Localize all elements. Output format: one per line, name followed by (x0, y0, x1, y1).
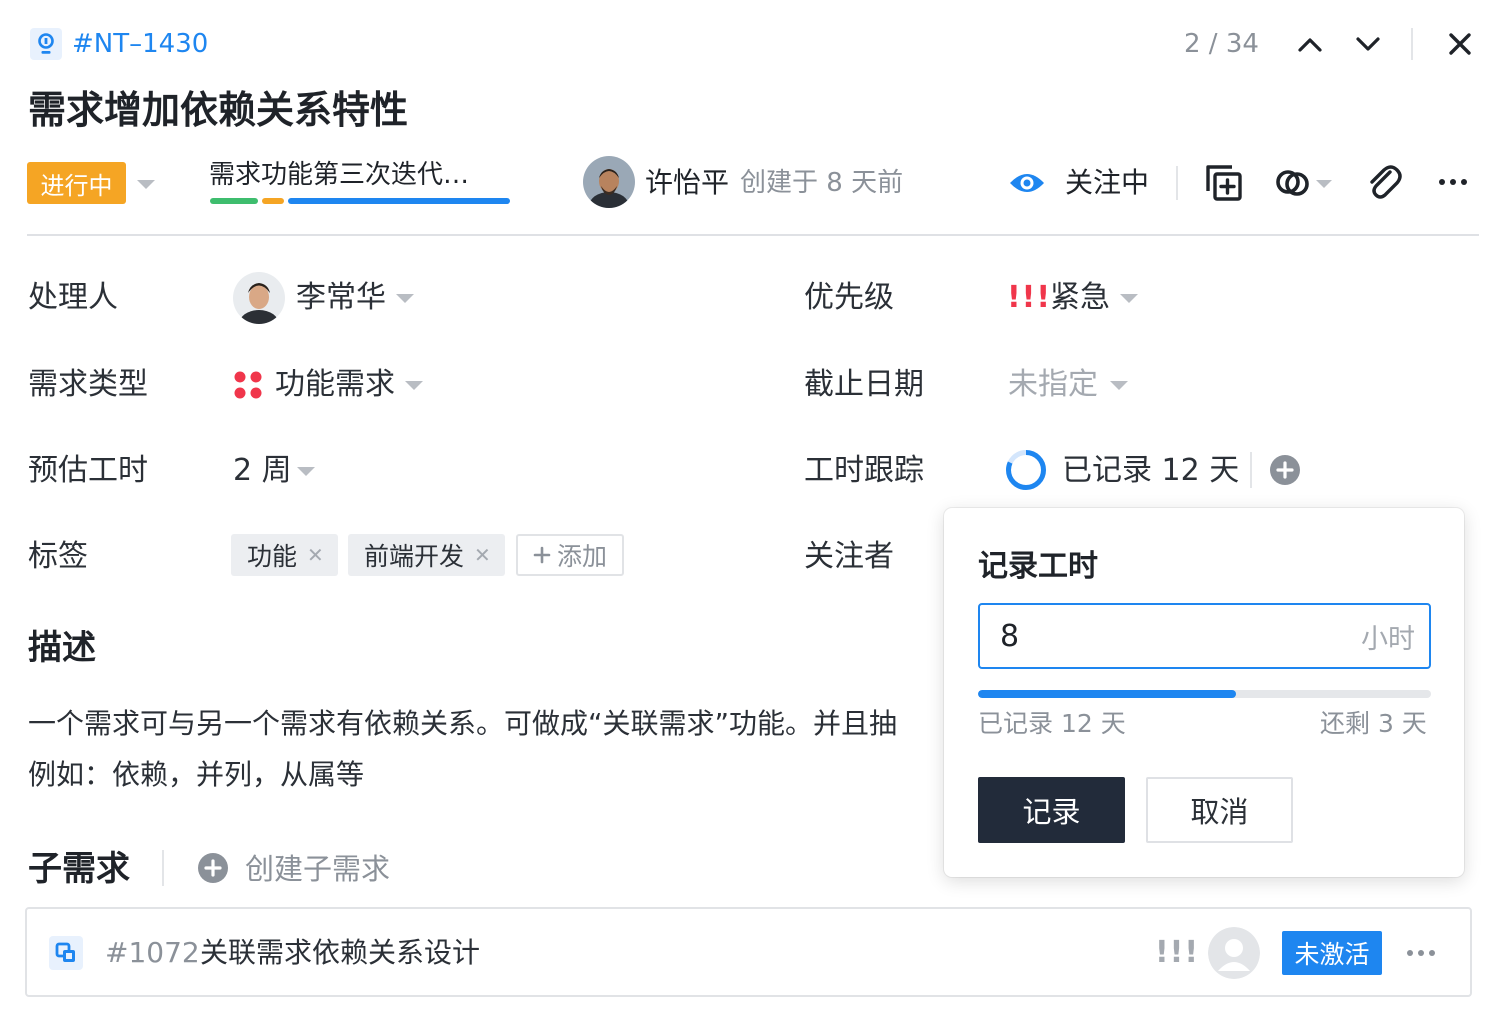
attachment-icon[interactable] (1366, 162, 1402, 202)
more-icon[interactable] (1405, 943, 1437, 963)
created-time: 创建于 8 天前 (740, 168, 904, 198)
assignee-dropdown-caret[interactable] (396, 294, 414, 303)
description-title: 描述 (28, 628, 96, 668)
subtasks-title: 子需求 (28, 849, 130, 889)
remove-tag-icon[interactable]: ✕ (307, 543, 324, 567)
pager-counter: 2 / 34 (1184, 29, 1259, 59)
tag-chip[interactable]: 前端开发 ✕ (348, 534, 505, 576)
subtask-status-badge[interactable]: 未激活 (1282, 931, 1382, 975)
link-icon[interactable] (1274, 164, 1312, 202)
subtask-priority-mark: !!! (1155, 935, 1200, 970)
plus-circle-icon[interactable] (197, 852, 229, 884)
chevron-up-icon (1298, 38, 1322, 52)
assignee-avatar[interactable] (233, 272, 285, 324)
create-subtask-button[interactable]: 创建子需求 (245, 849, 390, 889)
estimate-dropdown-caret[interactable] (297, 467, 315, 476)
bulb-icon (30, 28, 62, 60)
add-tag-button[interactable]: 添加 (516, 534, 624, 576)
watch-toggle[interactable]: 关注中 (1065, 164, 1149, 202)
add-tag-label: 添加 (556, 542, 607, 571)
tag-chip[interactable]: 功能 ✕ (231, 534, 338, 576)
hours-input-wrapper[interactable]: 小时 (978, 603, 1431, 669)
tag-label: 功能 (247, 542, 298, 571)
remove-tag-icon[interactable]: ✕ (474, 543, 491, 567)
type-dots-icon (233, 370, 263, 400)
priority-value[interactable]: 紧急 (1050, 278, 1110, 318)
tracking-divider (1250, 452, 1252, 488)
priority-mark: !!! (1007, 280, 1052, 315)
cancel-button[interactable]: 取消 (1146, 777, 1293, 843)
hours-input[interactable] (1000, 618, 1300, 654)
type-dropdown-caret[interactable] (405, 381, 423, 390)
due-date-label: 截止日期 (804, 367, 924, 402)
status-badge[interactable]: 进行中 (27, 162, 126, 204)
estimate-value[interactable]: 2 周 (233, 451, 292, 491)
time-progress-fill (978, 690, 1237, 698)
iteration-link[interactable]: 需求功能第三次迭代… (209, 156, 469, 194)
previous-button[interactable] (1292, 26, 1328, 62)
iteration-progress-todo (288, 198, 510, 204)
plus-circle-icon[interactable] (1269, 454, 1301, 486)
creator-name[interactable]: 许怡平 (645, 164, 729, 202)
watchers-label: 关注者 (804, 539, 894, 574)
due-date-dropdown-caret[interactable] (1110, 381, 1128, 390)
add-copy-icon[interactable] (1205, 164, 1243, 202)
status-dropdown-caret[interactable] (137, 180, 155, 189)
assignee-name[interactable]: 李常华 (296, 278, 386, 318)
plus-icon (533, 546, 551, 564)
creator-avatar[interactable] (583, 156, 635, 208)
subtask-name[interactable]: 关联需求依赖关系设计 (200, 933, 480, 973)
priority-label: 优先级 (804, 280, 894, 315)
type-value[interactable]: 功能需求 (275, 365, 395, 405)
meta-divider (1176, 166, 1178, 200)
progress-ring-icon (1004, 448, 1048, 492)
assignee-label: 处理人 (28, 280, 118, 315)
logged-time: 已记录 12 天 (978, 709, 1126, 738)
time-tracking-value[interactable]: 已记录 12 天 (1062, 451, 1239, 491)
description-line[interactable]: 一个需求可与另一个需求有依赖关系。可做成“关联需求”功能。并且抽 (28, 704, 948, 744)
time-tracking-label: 工时跟踪 (804, 453, 924, 488)
next-button[interactable] (1350, 26, 1386, 62)
subtask-id[interactable]: #1072 (105, 933, 200, 973)
close-icon (1449, 33, 1471, 55)
time-progress-track (978, 690, 1431, 698)
tags-label: 标签 (28, 539, 88, 574)
page-title[interactable]: 需求增加依赖关系特性 (28, 84, 408, 136)
popover-title: 记录工时 (978, 549, 1098, 584)
header-separator (27, 234, 1479, 236)
close-button[interactable] (1442, 26, 1478, 62)
description-line[interactable]: 例如：依赖，并列，从属等 (28, 755, 948, 795)
issue-id-link[interactable]: #NT–1430 (72, 28, 208, 60)
subtasks-divider (162, 850, 164, 886)
hours-unit: 小时 (1361, 623, 1415, 655)
eye-icon[interactable] (1008, 168, 1046, 198)
due-date-value[interactable]: 未指定 (1008, 365, 1098, 405)
iteration-progress-doing (262, 198, 284, 204)
user-placeholder-icon[interactable] (1208, 927, 1260, 979)
estimate-label: 预估工时 (28, 453, 148, 488)
remaining-time: 还剩 3 天 (1320, 709, 1427, 738)
type-label: 需求类型 (28, 367, 148, 402)
chevron-down-icon (1356, 37, 1380, 51)
iteration-progress-done (210, 198, 258, 204)
link-dropdown-caret[interactable] (1316, 180, 1332, 188)
subtask-icon (49, 936, 83, 970)
more-icon[interactable] (1437, 172, 1469, 192)
header-divider (1411, 28, 1413, 60)
priority-dropdown-caret[interactable] (1120, 294, 1138, 303)
tag-label: 前端开发 (364, 542, 465, 571)
submit-log-button[interactable]: 记录 (978, 777, 1125, 843)
